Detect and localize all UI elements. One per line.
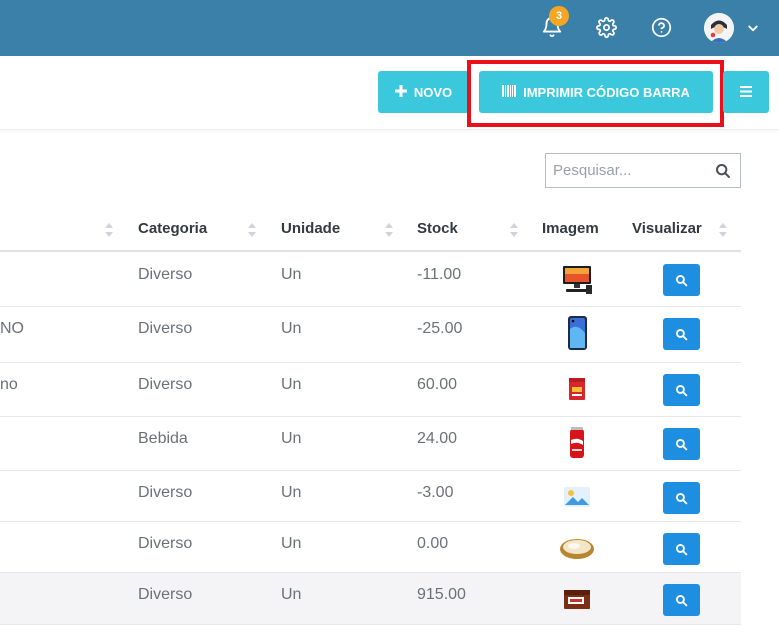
view-button[interactable] <box>663 264 700 296</box>
table-row: Diverso Un 915.00 <box>0 573 741 625</box>
user-avatar[interactable] <box>704 13 734 43</box>
cell-unidade: Un <box>281 320 302 337</box>
cell-stock: 915.00 <box>417 586 466 603</box>
view-button[interactable] <box>663 428 700 460</box>
plus-icon <box>394 84 407 100</box>
notification-count-badge: 3 <box>549 6 569 26</box>
sort-icon[interactable] <box>718 221 728 239</box>
cell-unidade: Un <box>281 266 302 283</box>
computer-product-image <box>559 261 595 297</box>
help-circle-icon[interactable] <box>647 13 675 41</box>
cell-categoria: Diverso <box>138 586 193 603</box>
food-package-product-image <box>559 371 595 407</box>
column-header-visualizar[interactable]: Visualizar <box>632 220 702 237</box>
column-header-imagem: Imagem <box>542 220 599 237</box>
cell-stock: -3.00 <box>417 484 454 501</box>
search-input[interactable] <box>546 154 706 187</box>
view-button[interactable] <box>663 533 700 565</box>
cell-stock: 24.00 <box>417 430 458 447</box>
cell-unidade: Un <box>281 535 302 552</box>
table-row: Diverso Un 0.00 <box>0 522 741 573</box>
table-row: NO Diverso Un -25.00 <box>0 307 741 363</box>
highlight-box <box>467 60 724 127</box>
cell-unidade: Un <box>281 586 302 603</box>
cell-name-fragment: no <box>0 376 18 393</box>
column-header-categoria[interactable]: Categoria <box>138 220 207 237</box>
new-button-label: NOVO <box>413 84 453 100</box>
cell-categoria: Bebida <box>138 430 188 447</box>
cell-stock: 60.00 <box>417 376 458 393</box>
pie-product-image <box>559 530 595 566</box>
cell-stock: 0.00 <box>417 535 449 552</box>
menu-button[interactable] <box>723 71 769 113</box>
view-button[interactable] <box>663 584 700 616</box>
cell-stock: -25.00 <box>417 320 463 337</box>
table-row: Bebida Un 24.00 <box>0 417 741 471</box>
view-button[interactable] <box>663 482 700 514</box>
placeholder-image-icon <box>559 479 595 515</box>
table-row: Diverso Un -11.00 <box>0 253 741 307</box>
cell-unidade: Un <box>281 376 302 393</box>
cell-categoria: Diverso <box>138 484 193 501</box>
cell-categoria: Diverso <box>138 376 193 393</box>
cell-unidade: Un <box>281 484 302 501</box>
new-button[interactable]: NOVO <box>378 71 469 113</box>
hamburger-menu-icon <box>740 85 752 100</box>
cell-unidade: Un <box>281 430 302 447</box>
search-box <box>545 153 741 188</box>
column-header-stock[interactable]: Stock <box>417 220 458 237</box>
table-row: no Diverso Un 60.00 <box>0 363 741 417</box>
search-icon[interactable] <box>715 163 731 179</box>
sort-icon[interactable] <box>509 221 519 239</box>
view-button[interactable] <box>663 374 700 406</box>
cell-name-fragment: NO <box>0 320 24 337</box>
smartphone-product-image <box>559 315 595 351</box>
table-row: Diverso Un -3.00 <box>0 471 741 522</box>
cell-categoria: Diverso <box>138 266 193 283</box>
cell-categoria: Diverso <box>138 320 193 337</box>
chevron-down-icon[interactable] <box>744 19 762 37</box>
cola-can-product-image <box>559 425 595 461</box>
sort-icon[interactable] <box>247 221 257 239</box>
cell-stock: -11.00 <box>417 266 462 283</box>
sort-icon[interactable] <box>104 221 114 239</box>
sort-icon[interactable] <box>384 221 394 239</box>
gear-icon[interactable] <box>592 13 620 41</box>
top-navbar: 3 <box>0 0 779 56</box>
wafer-box-product-image <box>559 581 595 617</box>
table-header: Categoria Unidade Stock Imagem Visualiza… <box>0 208 741 252</box>
cell-categoria: Diverso <box>138 535 193 552</box>
column-header-unidade[interactable]: Unidade <box>281 220 340 237</box>
view-button[interactable] <box>663 318 700 350</box>
